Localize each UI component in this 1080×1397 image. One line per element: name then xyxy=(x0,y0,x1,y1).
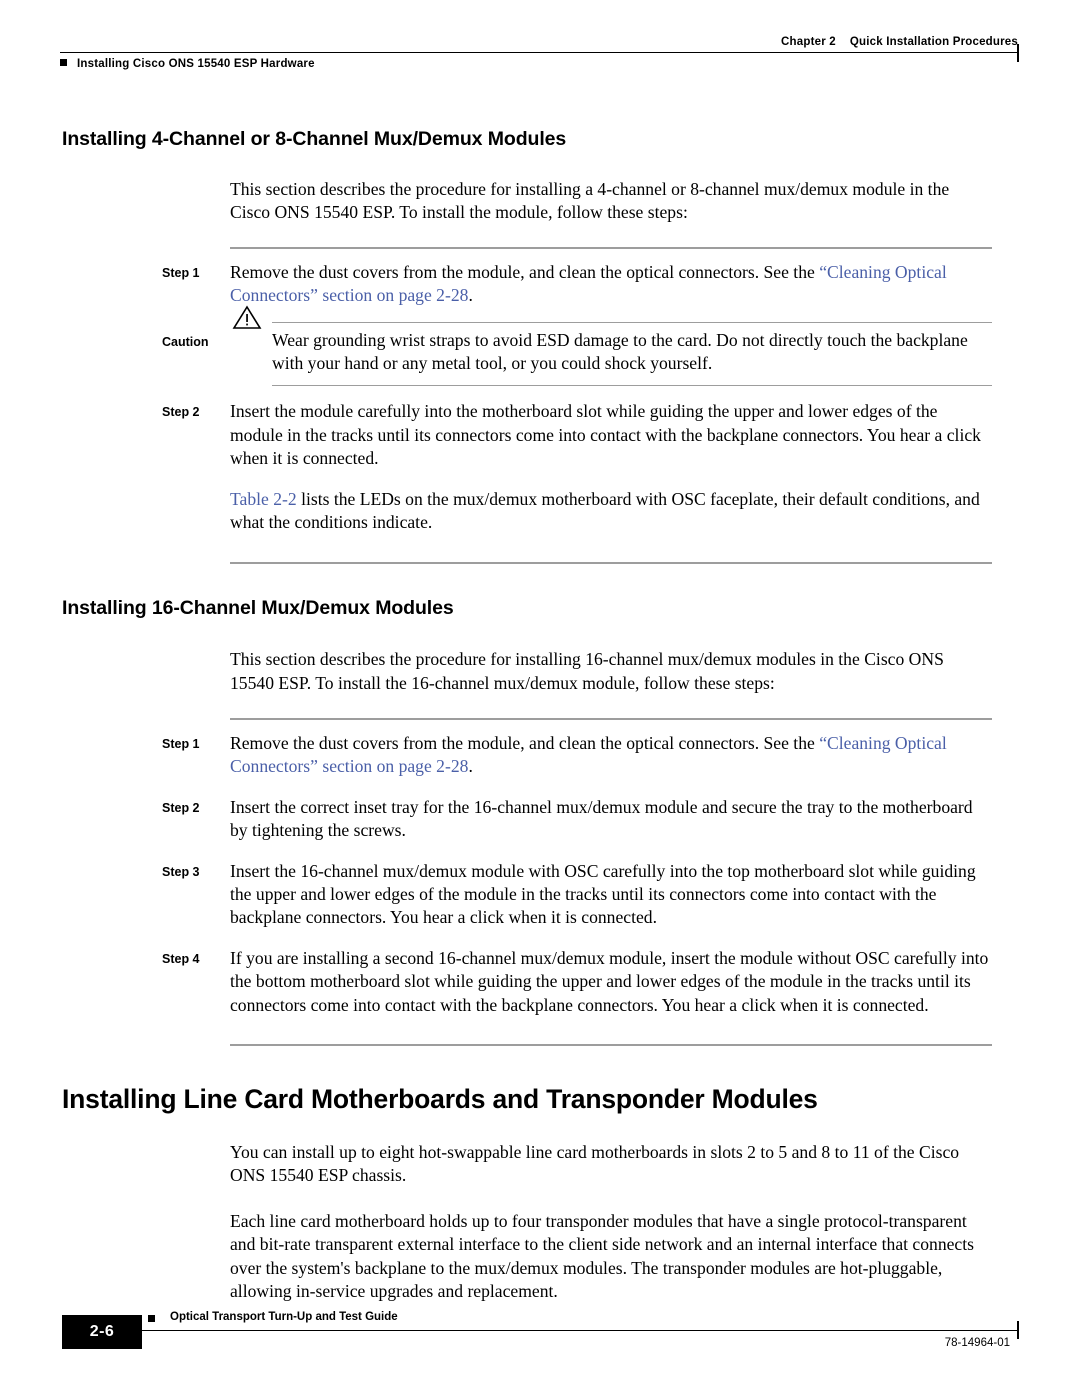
step-label: Step 2 xyxy=(162,405,200,420)
section1-rule-top xyxy=(230,246,992,249)
step-text: Remove the dust covers from the module, … xyxy=(230,261,992,308)
document-number: 78-14964-01 xyxy=(944,1337,1010,1349)
footer-guide-title: Optical Transport Turn-Up and Test Guide xyxy=(170,1311,398,1323)
table-cross-reference-link[interactable]: Table 2-2 xyxy=(230,489,297,509)
step-text: Insert the module carefully into the mot… xyxy=(230,401,981,469)
section2-step-3-row: Step 3 Insert the 16-channel mux/demux m… xyxy=(62,860,992,930)
heading-line-card-motherboards: Installing Line Card Motherboards and Tr… xyxy=(62,1083,818,1114)
page-header: Chapter 2 Quick Installation Procedures I… xyxy=(60,36,1019,74)
caution-row: Caution Wear grounding wrist straps to a… xyxy=(62,329,992,376)
document-page: Chapter 2 Quick Installation Procedures I… xyxy=(0,0,1080,1397)
page-footer: Optical Transport Turn-Up and Test Guide… xyxy=(62,1293,1019,1353)
bullet-square-icon xyxy=(148,1315,155,1322)
section1-step-2-row: Step 2 Insert the module carefully into … xyxy=(62,400,992,470)
header-chapter-title: Quick Installation Procedures xyxy=(849,36,1018,48)
page-content: Installing 4-Channel or 8-Channel Mux/De… xyxy=(62,128,992,1303)
caution-block: Caution Wear grounding wrist straps to a… xyxy=(62,305,992,387)
section-heading-16-channel: Installing 16-Channel Mux/Demux Modules xyxy=(62,597,454,620)
bullet-square-icon xyxy=(60,59,67,66)
section2-intro: This section describes the procedure for… xyxy=(230,649,944,693)
header-running-title: Installing Cisco ONS 15540 ESP Hardware xyxy=(77,58,315,70)
caution-rule-top xyxy=(272,321,992,323)
caution-rule-bottom xyxy=(272,385,992,387)
section2-rule-bottom xyxy=(230,1043,992,1046)
footer-right-tick xyxy=(1017,1321,1019,1339)
section2-step-2-row: Step 2 Insert the correct inset tray for… xyxy=(62,796,992,843)
section2-rule-top xyxy=(230,718,992,721)
section2-step-1-row: Step 1 Remove the dust covers from the m… xyxy=(62,732,992,779)
section-heading-4-8-channel: Installing 4-Channel or 8-Channel Mux/De… xyxy=(62,128,567,150)
step-text: Insert the correct inset tray for the 16… xyxy=(230,796,973,841)
step-label: Step 1 xyxy=(162,265,200,280)
step-label: Step 4 xyxy=(162,951,200,966)
step1-text-b: . xyxy=(468,285,473,306)
step-text: If you are installing a second 16-channe… xyxy=(230,947,989,1015)
header-chapter-label: Chapter 2 xyxy=(781,36,836,48)
step-label: Step 1 xyxy=(162,737,200,752)
step-text-a: Remove the dust covers from the module, … xyxy=(230,733,820,754)
caution-warning-icon xyxy=(232,304,262,330)
step-text: Remove the dust covers from the module, … xyxy=(230,732,992,779)
chapter-section-paragraph-1: You can install up to eight hot-swappabl… xyxy=(230,1141,960,1186)
table-reference-text: lists the LEDs on the mux/demux motherbo… xyxy=(230,488,980,532)
caution-label: Caution xyxy=(162,334,209,349)
chapter-section-paragraph-2: Each line card motherboard holds up to f… xyxy=(230,1210,974,1301)
step-text: Insert the 16-channel mux/demux module w… xyxy=(230,860,976,928)
step-label: Step 2 xyxy=(162,800,200,815)
step-text-b: . xyxy=(468,756,473,777)
footer-rule xyxy=(62,1330,1018,1331)
section1-table-reference: Table 2-2 lists the LEDs on the mux/demu… xyxy=(230,488,992,535)
section2-step-4-row: Step 4 If you are installing a second 16… xyxy=(62,947,992,1017)
section1-rule-bottom xyxy=(230,562,992,565)
caution-text: Wear grounding wrist straps to avoid ESD… xyxy=(272,329,968,373)
section1-intro: This section describes the procedure for… xyxy=(230,179,950,223)
page-number: 2-6 xyxy=(62,1315,142,1349)
step1-text-a: Remove the dust covers from the module, … xyxy=(230,261,820,282)
header-running-title-wrap: Installing Cisco ONS 15540 ESP Hardware xyxy=(60,58,315,70)
step-label: Step 3 xyxy=(162,864,200,879)
section1-step-1-row: Step 1 Remove the dust covers from the m… xyxy=(62,261,992,308)
header-rule xyxy=(60,52,1018,53)
header-chapter-info: Chapter 2 Quick Installation Procedures xyxy=(781,36,1018,48)
